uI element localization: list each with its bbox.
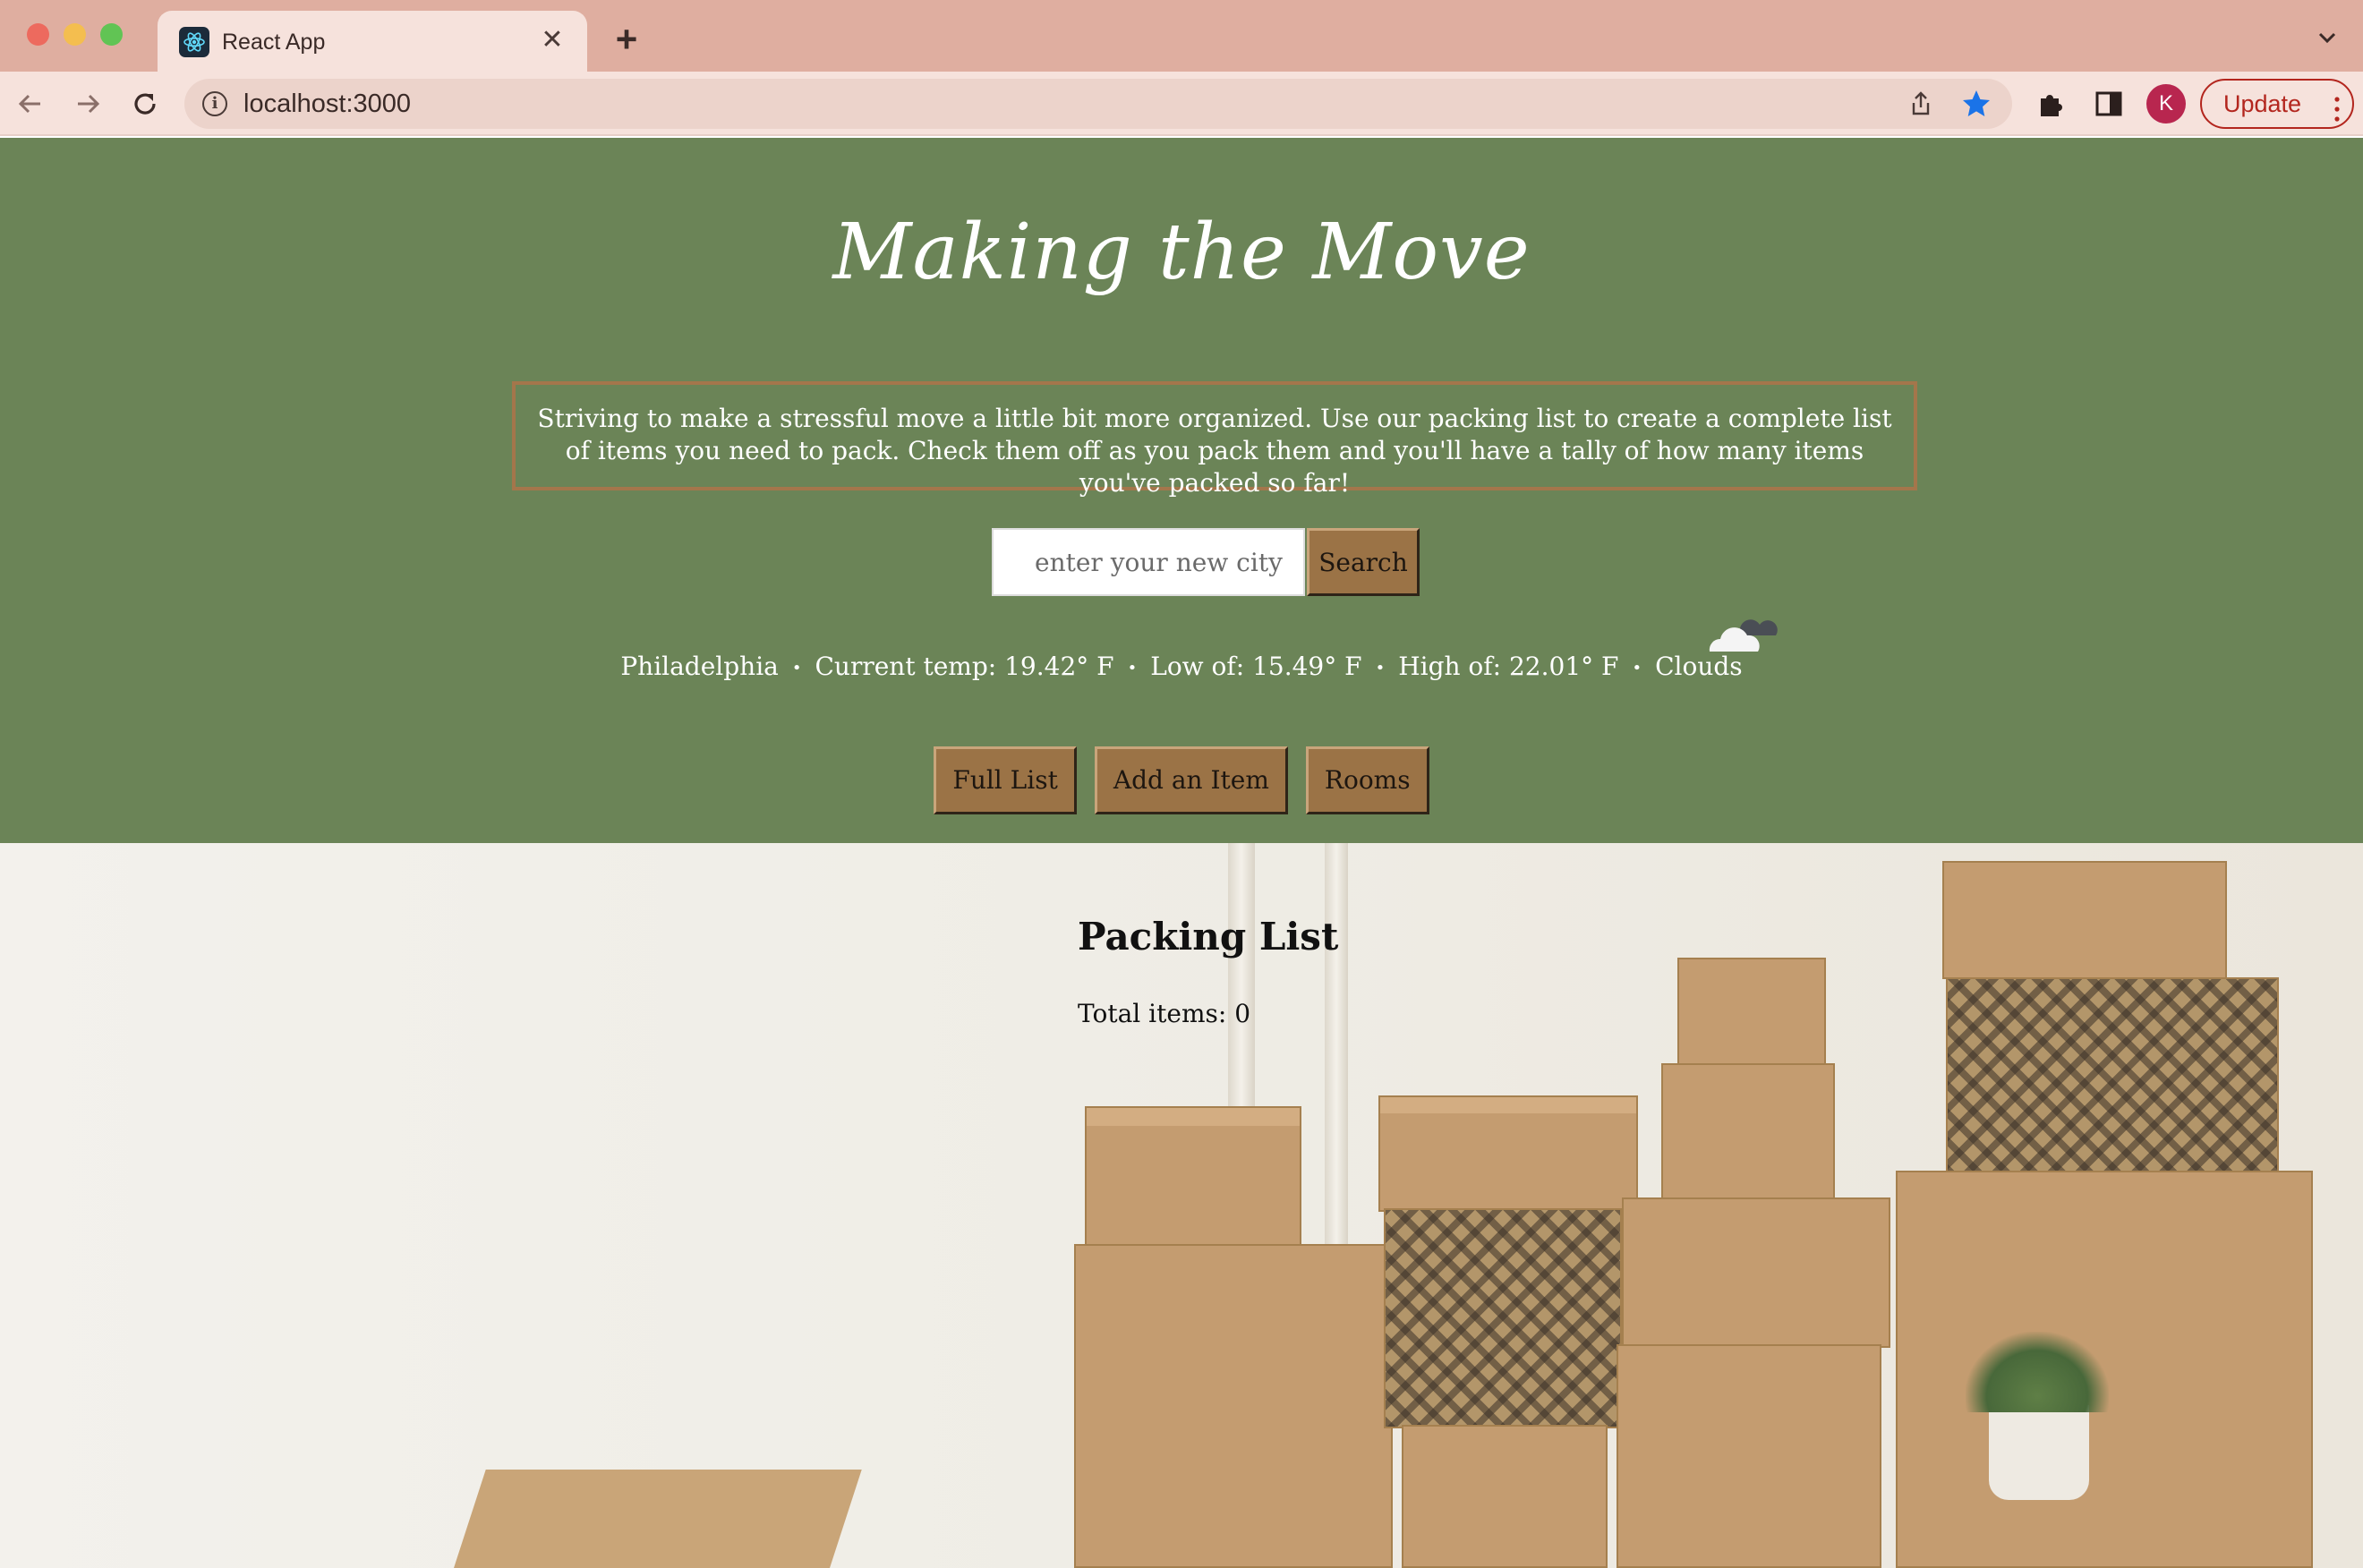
separator-dot: • (1632, 659, 1642, 677)
new-tab-button[interactable]: + (609, 21, 644, 58)
chevron-down-icon[interactable] (2315, 25, 2340, 50)
extensions-puzzle-icon[interactable] (2034, 86, 2069, 122)
add-item-button[interactable]: Add an Item (1094, 746, 1288, 814)
weather-city: Philadelphia (620, 652, 779, 681)
rooms-button[interactable]: Rooms (1305, 746, 1429, 814)
packing-list-section: Packing List Total items: 0 (0, 843, 2363, 1568)
browser-toolbar: i localhost:3000 K Update (0, 72, 2363, 136)
profile-avatar[interactable]: K (2146, 84, 2186, 124)
update-label: Update (2223, 90, 2302, 117)
site-info-icon[interactable]: i (202, 91, 227, 116)
address-bar[interactable]: i localhost:3000 (184, 79, 2012, 129)
maximize-window-button[interactable] (100, 23, 123, 46)
more-vertical-icon[interactable] (2334, 91, 2340, 122)
back-arrow-icon[interactable] (11, 84, 50, 124)
share-icon[interactable] (1907, 89, 1935, 118)
weather-low-temp: Low of: 15.49° F (1150, 652, 1362, 681)
reload-icon[interactable] (125, 84, 165, 124)
city-search-input[interactable] (992, 528, 1305, 596)
site-header: Making the Move Striving to make a stres… (0, 138, 2363, 843)
browser-tab[interactable]: React App ✕ (158, 11, 587, 72)
separator-dot: • (1375, 659, 1386, 677)
close-window-button[interactable] (27, 23, 49, 46)
react-logo-icon (179, 27, 209, 57)
site-title: Making the Move (832, 208, 1531, 297)
browser-tab-strip: React App ✕ + (0, 0, 2363, 72)
weather-current-temp: Current temp: 19.42° F (815, 652, 1114, 681)
weather-summary: Philadelphia • Current temp: 19.42° F • Low … (0, 652, 2363, 681)
side-panel-icon[interactable] (2093, 88, 2125, 120)
search-button[interactable]: Search (1307, 528, 1420, 596)
weather-high-temp: High of: 22.01° F (1398, 652, 1619, 681)
page-nav: Full List Add an Item Rooms (0, 746, 2363, 814)
clouds-icon (1701, 609, 1781, 662)
separator-dot: • (1127, 659, 1138, 677)
total-items-count: Total items: 0 (1078, 999, 1251, 1028)
update-button[interactable]: Update (2200, 79, 2354, 129)
full-list-button[interactable]: Full List (934, 746, 1077, 814)
tab-close-icon[interactable]: ✕ (537, 25, 567, 55)
forward-arrow-icon[interactable] (68, 84, 107, 124)
separator-dot: • (791, 659, 802, 677)
url-text: localhost:3000 (243, 89, 412, 118)
bookmark-star-icon[interactable] (1960, 88, 1992, 120)
packing-list-title: Packing List (1078, 915, 1339, 959)
tab-title: React App (222, 30, 326, 55)
minimize-window-button[interactable] (64, 23, 86, 46)
intro-text: Striving to make a stressful move a litt… (512, 381, 1917, 498)
